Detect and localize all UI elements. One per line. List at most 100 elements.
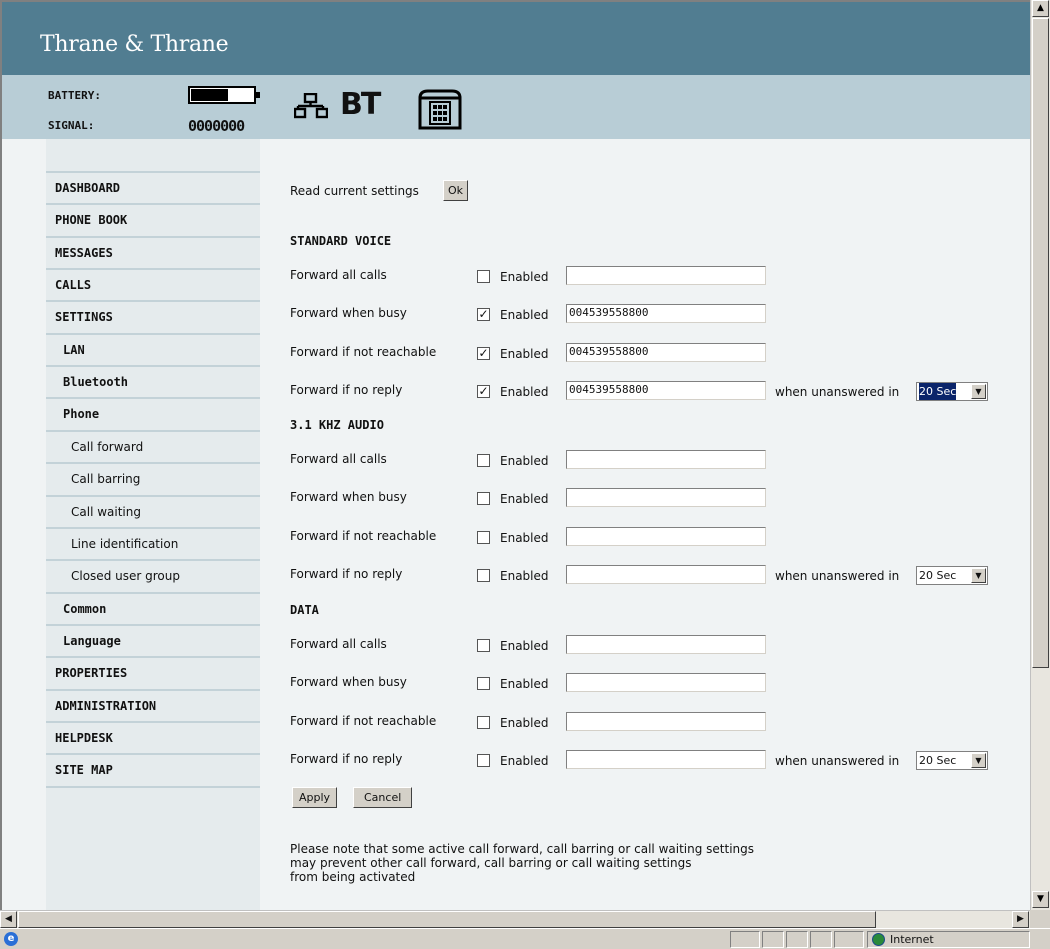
enabled-checkbox[interactable]: [477, 639, 490, 652]
dropdown-arrow-icon[interactable]: ▼: [971, 567, 986, 583]
phone-icon: [418, 89, 462, 130]
reply-delay-select[interactable]: 20 Sec ▼: [916, 750, 988, 770]
cancel-button[interactable]: Cancel: [353, 787, 413, 808]
reply-delay-select[interactable]: 20 Sec ▼: [916, 565, 988, 585]
forward-number-input[interactable]: [566, 673, 766, 693]
forward-number-input[interactable]: [566, 266, 766, 285]
row-label: Forward when busy: [290, 306, 407, 321]
row-label: Forward all calls: [290, 452, 387, 466]
vertical-scrollbar[interactable]: ▲ ▼: [1030, 0, 1050, 910]
enabled-checkbox[interactable]: [477, 530, 490, 544]
enabled-checkbox[interactable]: [477, 753, 490, 767]
enabled-label: Enabled: [500, 308, 549, 323]
enabled-checkbox[interactable]: [477, 454, 490, 467]
apply-button[interactable]: Apply: [292, 787, 338, 808]
note-line: from being activated: [290, 870, 416, 884]
row-label: Forward all calls: [290, 637, 387, 651]
enabled-label: Enabled: [500, 753, 549, 768]
sidebar-item-calls[interactable]: CALLS: [46, 268, 260, 300]
note-line: Please note that some active call forwar…: [290, 842, 755, 856]
browser-status-bar: e Internet: [0, 928, 1050, 949]
bluetooth-icon: BT: [340, 87, 381, 122]
forward-number-input[interactable]: [566, 526, 766, 546]
enabled-label: Enabled: [500, 639, 549, 653]
enabled-label: Enabled: [500, 492, 549, 507]
zone-label: Internet: [890, 933, 934, 946]
forward-number-input[interactable]: 004539558800: [566, 304, 766, 324]
security-zone: Internet: [867, 931, 1030, 948]
enabled-checkbox[interactable]: ✓: [477, 384, 490, 398]
sidebar-item-lan[interactable]: LAN: [46, 332, 260, 365]
sidebar-item-language[interactable]: Language: [46, 623, 260, 656]
enabled-checkbox[interactable]: [477, 677, 490, 691]
row-label: Forward if no reply: [290, 382, 403, 397]
sidebar-item-bluetooth[interactable]: Bluetooth: [46, 365, 260, 397]
sidebar-item-properties[interactable]: PROPERTIES: [46, 656, 260, 688]
sidebar-item-phone[interactable]: Phone: [46, 397, 260, 429]
forward-number-input[interactable]: [566, 564, 766, 584]
note-line: may prevent other call forward, call bar…: [290, 856, 692, 870]
enabled-checkbox[interactable]: [477, 568, 490, 582]
forward-number-input[interactable]: [566, 749, 766, 769]
enabled-checkbox[interactable]: ✓: [477, 308, 490, 322]
sidebar-item-call-barring[interactable]: Call barring: [46, 462, 260, 494]
enabled-label: Enabled: [500, 715, 549, 730]
sidebar-item-call-waiting[interactable]: Call waiting: [46, 494, 260, 527]
horizontal-scrollbar[interactable]: ◀ ▶: [0, 910, 1030, 928]
forward-number-input[interactable]: [566, 450, 766, 469]
enabled-label: Enabled: [500, 454, 549, 468]
scroll-up-icon[interactable]: ▲: [1032, 0, 1049, 17]
vertical-scroll-thumb[interactable]: [1032, 18, 1049, 668]
sidebar-item-helpdesk[interactable]: HELPDESK: [46, 720, 260, 753]
row-label: Forward if not reachable: [290, 344, 437, 359]
enabled-checkbox[interactable]: [477, 270, 490, 283]
sidebar-item-messages[interactable]: MESSAGES: [46, 235, 260, 268]
reply-delay-value: 20 Sec: [919, 568, 957, 582]
when-unanswered-label: when unanswered in: [775, 384, 900, 399]
enabled-label: Enabled: [500, 568, 549, 583]
section-title: STANDARD VOICE: [290, 234, 392, 248]
read-settings-label: Read current settings: [290, 184, 419, 198]
enabled-checkbox[interactable]: [477, 492, 490, 506]
enabled-label: Enabled: [500, 677, 549, 692]
scroll-left-icon[interactable]: ◀: [0, 911, 17, 928]
when-unanswered-label: when unanswered in: [775, 568, 900, 583]
sidebar-item-administration[interactable]: ADMINISTRATION: [46, 688, 260, 721]
battery-icon: [188, 86, 260, 104]
sidebar-item-dashboard[interactable]: DASHBOARD: [46, 171, 260, 203]
signal-strength-indicator: 0000000: [188, 117, 245, 135]
forward-number-input[interactable]: 004539558800: [566, 342, 766, 362]
sidebar-item-phone-book[interactable]: PHONE BOOK: [46, 203, 260, 235]
enabled-label: Enabled: [500, 270, 549, 284]
enabled-checkbox[interactable]: ✓: [477, 346, 490, 360]
row-label: Forward when busy: [290, 490, 407, 505]
reply-delay-select[interactable]: 20 Sec ▼: [916, 381, 988, 401]
row-label: Forward all calls: [290, 268, 387, 282]
enabled-label: Enabled: [500, 530, 549, 545]
status-row: BATTERY: SIGNAL: 0000000 BT: [2, 75, 1030, 139]
forward-number-input[interactable]: [566, 488, 766, 508]
row-label: Forward if no reply: [290, 566, 403, 581]
main-area: DASHBOARD PHONE BOOK MESSAGES CALLS SETTINGS…: [2, 139, 1030, 910]
horizontal-scroll-thumb[interactable]: [18, 911, 876, 928]
dropdown-arrow-icon[interactable]: ▼: [971, 752, 986, 768]
dropdown-arrow-icon[interactable]: ▼: [971, 383, 986, 399]
ok-button[interactable]: Ok: [443, 180, 469, 201]
enabled-checkbox[interactable]: [477, 715, 490, 729]
ie-page-icon: e: [4, 932, 18, 946]
sidebar-item-settings[interactable]: SETTINGS: [46, 300, 260, 332]
forward-number-input[interactable]: 004539558800: [566, 380, 766, 400]
scroll-down-icon[interactable]: ▼: [1032, 891, 1049, 908]
sidebar-item-site-map[interactable]: SITE MAP: [46, 753, 260, 785]
forward-number-input[interactable]: [566, 635, 766, 654]
sidebar-item-common[interactable]: Common: [46, 591, 260, 624]
row-label: Forward when busy: [290, 675, 407, 690]
sidebar-item-call-forward[interactable]: Call forward: [46, 429, 260, 462]
lan-icon: [294, 93, 328, 119]
forward-number-input[interactable]: [566, 711, 766, 731]
brand-logo: Thrane & Thrane: [40, 32, 229, 57]
scroll-right-icon[interactable]: ▶: [1012, 911, 1029, 928]
sidebar-item-closed-user-group[interactable]: Closed user group: [46, 559, 260, 591]
sidebar-item-line-identification[interactable]: Line identification: [46, 526, 260, 559]
enabled-label: Enabled: [500, 384, 549, 399]
